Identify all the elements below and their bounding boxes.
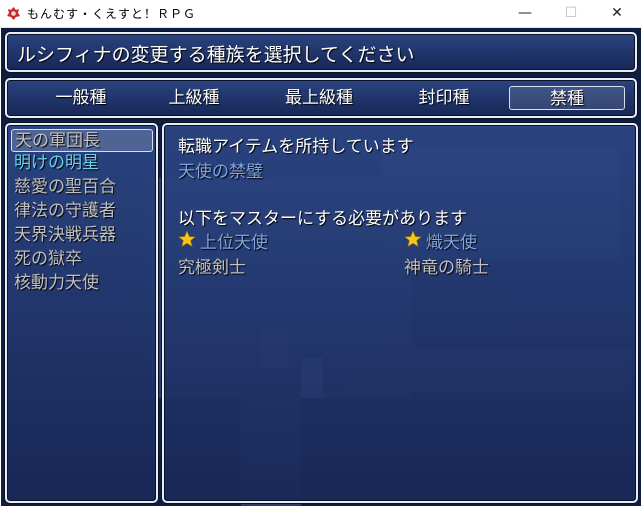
star-icon [404, 230, 422, 248]
race-item-tenkai-kessen-heiki[interactable]: 天界決戦兵器 [11, 224, 153, 247]
detail-window: 転職アイテムを所持しています 天使の禁璧 以下をマスターにする必要があります 上… [162, 123, 638, 503]
item-heading: 転職アイテムを所持しています [178, 137, 414, 157]
race-item-rippou-no-shugosha[interactable]: 律法の守護者 [11, 200, 153, 223]
minimize-button[interactable]: — [502, 0, 548, 27]
race-item-ake-no-myoujou[interactable]: 明けの明星 [11, 152, 153, 175]
requirement-shitenshi: 熾天使 [426, 233, 477, 253]
category-tab-saijoukyuu[interactable]: 最上級種 [261, 86, 377, 110]
race-item-shi-no-gokusotsu[interactable]: 死の獄卒 [11, 248, 153, 271]
category-tab-kinshu[interactable]: 禁種 [509, 86, 625, 110]
category-window: 一般種 上級種 最上級種 封印種 禁種 [5, 78, 637, 118]
master-heading: 以下をマスターにする必要があります [178, 209, 468, 229]
game-screen: ルシフィナの変更する種族を選択してください 一般種 上級種 最上級種 封印種 禁… [1, 28, 641, 506]
category-tab-joukyuu[interactable]: 上級種 [136, 86, 252, 110]
race-item-kakudouryoku-tenshi[interactable]: 核動力天使 [11, 272, 153, 295]
requirement-kyuukyoku-kenshi: 究極剣士 [178, 258, 246, 278]
maximize-button[interactable]: ☐ [548, 0, 594, 27]
category-tab-ippan[interactable]: 一般種 [23, 86, 139, 110]
race-list-window: 天の軍団長 明けの明星 慈愛の聖百合 律法の守護者 天界決戦兵器 死の獄卒 核動… [5, 123, 158, 503]
close-button[interactable]: ✕ [594, 0, 640, 27]
help-text: ルシフィナの変更する種族を選択してください [17, 44, 415, 66]
race-item-jiai-no-seiyuri[interactable]: 慈愛の聖百合 [11, 176, 153, 199]
category-tab-fuuin[interactable]: 封印種 [386, 86, 502, 110]
window-title: もんむす・くえすと！ＲＰＧ [27, 7, 197, 21]
required-item-name: 天使の禁璧 [178, 162, 263, 182]
title-bar: もんむす・くえすと！ＲＰＧ — ☐ ✕ [0, 0, 642, 28]
app-icon [7, 7, 20, 20]
race-item-ten-no-gundanchou[interactable]: 天の軍団長 [11, 129, 153, 152]
help-window: ルシフィナの変更する種族を選択してください [5, 32, 637, 72]
requirement-joui-tenshi: 上位天使 [200, 233, 268, 253]
star-icon [178, 230, 196, 248]
requirement-shinryuu-no-kishi: 神竜の騎士 [404, 258, 489, 278]
